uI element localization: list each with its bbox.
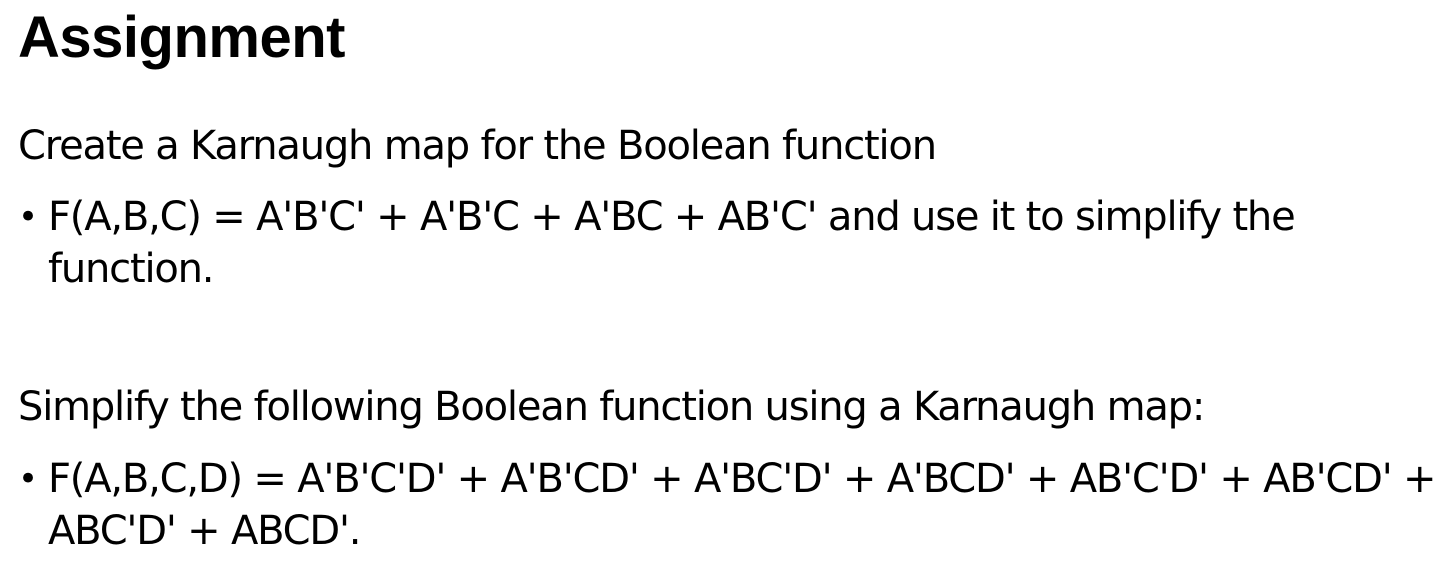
section-1-bullet-text: F(A,B,C) = A'B'C' + A'B'C + A'BC + AB'C'…	[48, 191, 1428, 295]
section-2-bullet-line: F(A,B,C,D) = A'B'C'D' + A'B'CD' + A'BC'D…	[48, 456, 1437, 502]
section-2-bullet-text: F(A,B,C,D) = A'B'C'D' + A'B'CD' + A'BC'D…	[48, 453, 1437, 557]
slide-title: Assignment	[18, 5, 345, 70]
bullet-marker: •	[18, 197, 38, 237]
assignment-slide: Assignment Create a Karnaugh map for the…	[0, 0, 1440, 588]
section-2-intro: Simplify the following Boolean function …	[18, 384, 1205, 430]
section-1-bullet: • F(A,B,C) = A'B'C' + A'B'C + A'BC + AB'…	[18, 191, 1428, 295]
section-1-intro: Create a Karnaugh map for the Boolean fu…	[18, 123, 937, 169]
section-2-bullet-line: ABC'D' + ABCD'.	[48, 508, 362, 554]
section-2-bullet: • F(A,B,C,D) = A'B'C'D' + A'B'CD' + A'BC…	[18, 453, 1437, 557]
section-1-bullet-line: F(A,B,C) = A'B'C' + A'B'C + A'BC + AB'C'…	[48, 194, 1296, 240]
section-1-bullet-line: function.	[48, 246, 215, 292]
bullet-marker: •	[18, 459, 38, 499]
